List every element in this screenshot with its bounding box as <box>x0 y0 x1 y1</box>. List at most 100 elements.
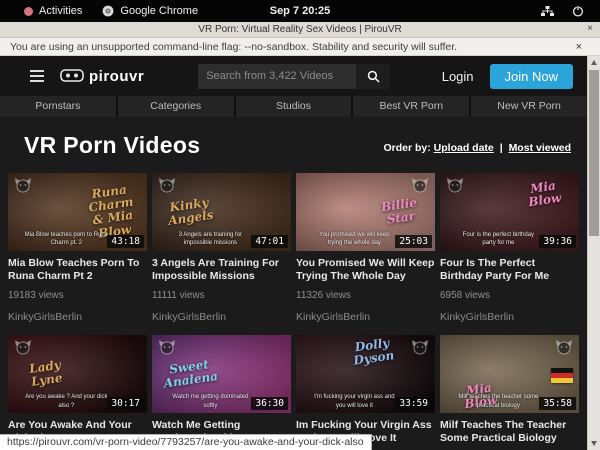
site-logo-text: pirouvr <box>89 68 144 85</box>
menu-hamburger-icon[interactable] <box>30 70 44 82</box>
video-card[interactable]: Billie Star You promised we will keep tr… <box>296 173 435 323</box>
thumbnail-caption: I'm fucking your virgin ass and you will… <box>311 393 397 410</box>
browser-title-bar: VR Porn: Virtual Reality Sex Videos | Pi… <box>0 22 600 38</box>
studio-cat-mask-icon <box>14 339 32 355</box>
video-thumbnail[interactable]: Runa Charm & Mia Blow Mia Blow teaches p… <box>8 173 147 251</box>
video-thumbnail[interactable]: Mia Blow Four is the perfect birthday pa… <box>440 173 579 251</box>
german-flag-icon <box>551 368 573 383</box>
thumbnail-caption: Four is the perfect birthday party for m… <box>455 231 541 248</box>
page-title-row: VR Porn Videos Order by: Upload date | M… <box>0 117 587 159</box>
login-link[interactable]: Login <box>442 69 474 84</box>
video-thumbnail[interactable]: Lady Lyne Are you awake ? And your dick … <box>8 335 147 413</box>
video-title[interactable]: 3 Angels Are Training For Impossible Mis… <box>152 257 291 282</box>
video-card[interactable]: Kinky Angels 3 Angels are training for i… <box>152 173 291 323</box>
video-duration-badge: 25:03 <box>395 235 432 248</box>
page-title: VR Porn Videos <box>24 132 200 159</box>
video-duration-badge: 33:59 <box>395 397 432 410</box>
studio-cat-mask-icon <box>555 339 573 355</box>
search-group <box>198 64 390 89</box>
vr-goggles-icon <box>60 69 84 83</box>
system-top-bar: Activities Google Chrome Sep 7 20:25 <box>0 0 600 22</box>
order-by: Order by: Upload date | Most viewed <box>383 142 571 159</box>
video-card[interactable]: Mia Blow Four is the perfect birthday pa… <box>440 173 579 323</box>
video-thumbnail[interactable]: Kinky Angels 3 Angels are training for i… <box>152 173 291 251</box>
thumbnail-overlay-title: Billie Star <box>368 195 431 229</box>
video-views: 19183 views <box>8 290 147 301</box>
video-title[interactable]: Four Is The Perfect Birthday Party For M… <box>440 257 579 282</box>
order-link-most-viewed[interactable]: Most viewed <box>509 142 571 154</box>
studio-cat-mask-icon <box>446 177 464 193</box>
video-duration-badge: 30:17 <box>107 397 144 410</box>
search-input[interactable] <box>198 64 356 89</box>
video-duration-badge: 43:18 <box>107 235 144 248</box>
video-title[interactable]: Mia Blow Teaches Porn To Runa Charm Pt 2 <box>8 257 147 282</box>
thumbnail-overlay-title: Dolly Dyson <box>342 335 405 369</box>
scroll-down-icon[interactable] <box>588 437 600 450</box>
clock[interactable]: Sep 7 20:25 <box>270 5 331 17</box>
video-duration-badge: 36:30 <box>251 397 288 410</box>
thumbnail-caption: Watch me getting dominated softly <box>167 393 253 410</box>
video-card[interactable]: Lady Lyne Are you awake ? And your dick … <box>8 335 147 450</box>
video-card[interactable]: Mia Blow Milf teaches the teacher some p… <box>440 335 579 450</box>
nav-item-categories[interactable]: Categories <box>118 96 234 117</box>
studio-cat-mask-icon <box>411 339 429 355</box>
video-card[interactable]: Sweet Analena Watch me getting dominated… <box>152 335 291 450</box>
video-thumbnail[interactable]: Sweet Analena Watch me getting dominated… <box>152 335 291 413</box>
thumbnail-caption: Are you awake ? And your dick also ? <box>23 393 109 410</box>
thumbnail-caption: Milf teaches the teacher some practical … <box>455 393 541 410</box>
join-now-button[interactable]: Join Now <box>490 64 573 89</box>
video-studio-link[interactable]: KinkyGirlsBerlin <box>440 311 579 323</box>
main-nav: Pornstars Categories Studios Best VR Por… <box>0 96 587 117</box>
video-views: 11326 views <box>296 290 435 301</box>
video-card[interactable]: Runa Charm & Mia Blow Mia Blow teaches p… <box>8 173 147 323</box>
screen-record-indicator-icon <box>24 7 33 16</box>
thumbnail-caption: You promised we will keep trying the who… <box>311 231 397 248</box>
power-icon[interactable] <box>572 5 584 17</box>
activities-button[interactable]: Activities <box>24 5 82 17</box>
video-studio-link[interactable]: KinkyGirlsBerlin <box>152 311 291 323</box>
studio-cat-mask-icon <box>158 339 176 355</box>
video-thumbnail[interactable]: Billie Star You promised we will keep tr… <box>296 173 435 251</box>
thumbnail-caption: 3 Angels are training for impossible mis… <box>167 231 253 248</box>
nav-item-best-vr-porn[interactable]: Best VR Porn <box>353 96 469 117</box>
video-thumbnail[interactable]: Mia Blow Milf teaches the teacher some p… <box>440 335 579 413</box>
tab-close-icon[interactable]: × <box>587 23 593 34</box>
video-duration-badge: 39:36 <box>539 235 576 248</box>
video-duration-badge: 47:01 <box>251 235 288 248</box>
scrollbar-thumb[interactable] <box>589 70 599 236</box>
video-card[interactable]: Dolly Dyson I'm fucking your virgin ass … <box>296 335 435 450</box>
thumbnail-overlay-title: Kinky Angels <box>158 195 221 229</box>
video-views: 11111 views <box>152 290 291 301</box>
video-views: 6958 views <box>440 290 579 301</box>
video-studio-link[interactable]: KinkyGirlsBerlin <box>296 311 435 323</box>
video-thumbnail[interactable]: Dolly Dyson I'm fucking your virgin ass … <box>296 335 435 413</box>
nav-item-studios[interactable]: Studios <box>236 96 352 117</box>
site-header: pirouvr Login Join Now <box>0 56 587 96</box>
studio-cat-mask-icon <box>14 177 32 193</box>
vertical-scrollbar[interactable] <box>587 56 600 450</box>
studio-cat-mask-icon <box>411 177 429 193</box>
nav-item-pornstars[interactable]: Pornstars <box>0 96 116 117</box>
video-title[interactable]: Milf Teaches The Teacher Some Practical … <box>440 419 579 444</box>
thumbnail-overlay-title: Lady Lyne <box>14 357 77 391</box>
network-icon[interactable] <box>541 6 554 17</box>
thumbnail-overlay-title: Sweet Analena <box>158 357 221 391</box>
nav-item-new-vr-porn[interactable]: New VR Porn <box>471 96 587 117</box>
scroll-up-icon[interactable] <box>588 56 600 69</box>
app-menu-label: Google Chrome <box>120 5 198 17</box>
video-title[interactable]: You Promised We Will Keep Trying The Who… <box>296 257 435 282</box>
search-icon <box>367 70 380 83</box>
infobar-close-icon[interactable]: × <box>576 41 582 53</box>
search-button[interactable] <box>356 64 390 89</box>
infobar-message: You are using an unsupported command-lin… <box>10 41 457 53</box>
order-link-upload-date[interactable]: Upload date <box>434 142 494 154</box>
video-grid: Runa Charm & Mia Blow Mia Blow teaches p… <box>0 159 587 450</box>
order-by-label: Order by: <box>383 142 430 154</box>
app-menu-button[interactable]: Google Chrome <box>102 5 198 17</box>
tab-title: VR Porn: Virtual Reality Sex Videos | Pi… <box>198 24 401 35</box>
video-duration-badge: 35:58 <box>539 397 576 410</box>
sandbox-warning-infobar: You are using an unsupported command-lin… <box>0 38 600 56</box>
video-studio-link[interactable]: KinkyGirlsBerlin <box>8 311 147 323</box>
link-status-bubble: https://pirouvr.com/vr-porn-video/779325… <box>0 434 372 450</box>
site-logo[interactable]: pirouvr <box>60 68 144 85</box>
